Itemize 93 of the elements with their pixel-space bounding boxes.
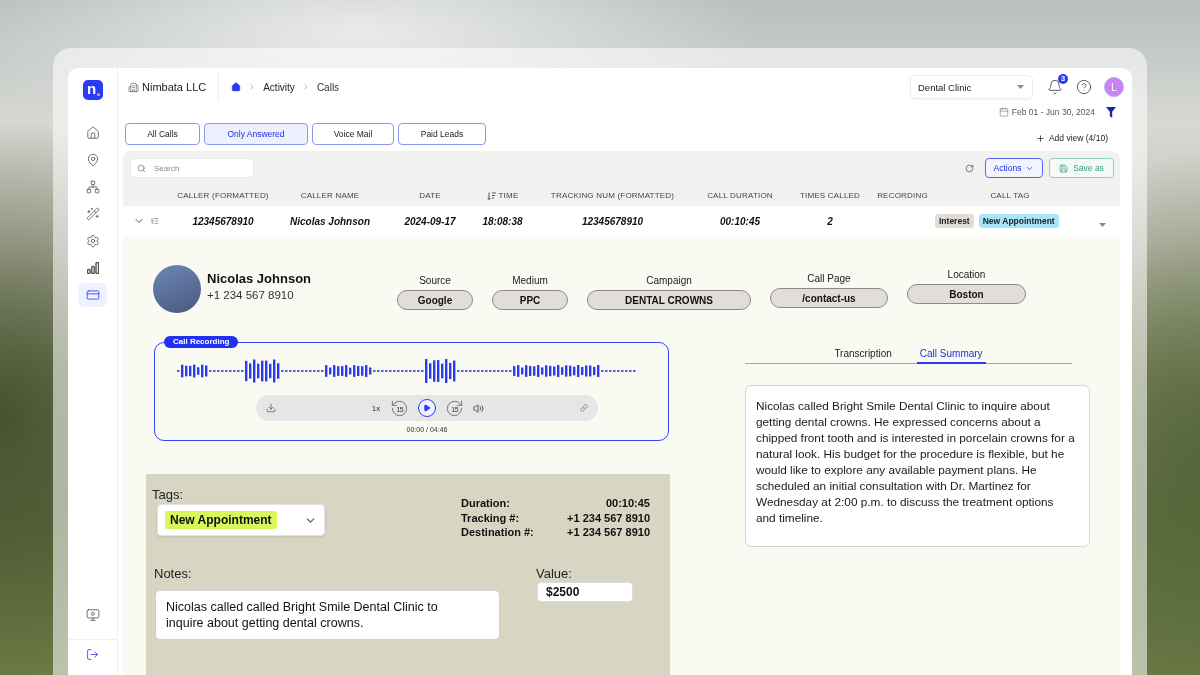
add-view-button[interactable]: Add view (4/10) (1035, 131, 1108, 145)
sort-icon (486, 191, 496, 200)
list-tree-icon (151, 217, 159, 225)
contact-phone: +1 234 567 8910 (207, 289, 295, 301)
filter-icon[interactable] (1106, 106, 1116, 118)
play-button[interactable] (418, 399, 437, 417)
column-header[interactable]: CALLER (FORMATTED) (176, 191, 270, 200)
attribute-value: Google (397, 290, 473, 310)
column-header[interactable]: DATE (390, 191, 470, 200)
table-cell-text: 12345678910 (191, 215, 255, 227)
stat-value: +1 234 567 8910 (566, 510, 650, 525)
card-icon (85, 288, 100, 302)
workspace-name: Nimbata LLC (142, 81, 207, 93)
stat-label: Destination #: (461, 525, 534, 540)
caret-down-icon (1017, 85, 1024, 89)
view-tab[interactable]: Voice Mail (312, 123, 394, 145)
volume-icon[interactable] (473, 402, 485, 414)
refresh-icon[interactable] (965, 163, 974, 173)
summary-tab[interactable]: Call Summary (916, 344, 986, 364)
save-icon (1059, 163, 1069, 173)
attribute-value: DENTAL CROWNS (587, 290, 751, 310)
breadcrumb-link[interactable]: Calls (316, 81, 340, 93)
call-tag: New Appointment (978, 214, 1059, 228)
notes-field[interactable]: Nicolas called called Bright Smile Dental Clinic to inquire about getting dental crowns. (155, 589, 500, 640)
search-field[interactable]: Search (130, 158, 254, 178)
breadcrumb-link[interactable]: Activity (263, 81, 295, 93)
search-icon (137, 163, 146, 173)
value-field[interactable]: $2500 (537, 581, 633, 602)
location-pin-icon (85, 153, 100, 167)
column-header[interactable]: CALL TAG (935, 191, 1085, 200)
download-icon[interactable] (266, 403, 276, 413)
play-icon (423, 404, 432, 412)
stat-label: Duration: (461, 496, 511, 511)
view-tab[interactable]: All Calls (125, 123, 200, 145)
plus-icon (1035, 133, 1045, 143)
forward-icon (445, 398, 465, 418)
attribute-label: Medium (512, 275, 548, 286)
column-header[interactable]: RECORDING (870, 191, 935, 200)
column-header[interactable]: TIME (470, 191, 535, 200)
attribute-label: Campaign (646, 275, 692, 286)
settings-icon (85, 234, 100, 248)
call-summary-text: Nicolas called Bright Smile Dental Clinic to inquire about getting dental crowns. He expressed concerns about a chipped front tooth and is interested in porcelain crowns for a natural look. His budget for the procedure is flexible, but he would like to explore any available payment plans. He scheduled an initial consultation with Dr. Martinez for Wednesday at 2:00 p.m. to discuss the treatment options and timeline. (745, 385, 1090, 547)
value-label: Value: (536, 566, 573, 581)
stat-value: 00:10:45 (604, 496, 650, 511)
building-icon (128, 81, 139, 93)
account-select[interactable]: Dental Clinic (910, 75, 1033, 99)
view-tab[interactable]: Only Answered (204, 123, 308, 145)
calendar-icon (998, 107, 1009, 117)
hierarchy-icon (85, 180, 100, 194)
bell-icon[interactable] (1047, 79, 1063, 95)
magic-wand-icon (85, 207, 100, 221)
tag-select[interactable]: New Appointment (157, 504, 325, 536)
playback-speed[interactable]: 1x (371, 403, 381, 413)
actions-button[interactable]: Actions (985, 158, 1043, 178)
attribute-label: Location (947, 269, 986, 280)
column-header[interactable]: CALL DURATION (690, 191, 790, 200)
contact-name: Nicolas Johnson (207, 271, 312, 286)
help-icon[interactable] (1076, 79, 1092, 95)
column-header[interactable]: TIMES CALLED (790, 191, 870, 200)
attribute-value: PPC (492, 290, 568, 310)
table-cell-text: Nicolas Johnson (289, 215, 371, 227)
tags-label: Tags: (152, 488, 185, 502)
rewind-icon (390, 398, 410, 418)
column-header[interactable]: CALLER NAME (270, 191, 390, 200)
call-tag: Interest (935, 214, 974, 228)
stat-value: +1 234 567 8910 (566, 525, 650, 540)
table-cell-text: 2 (826, 215, 834, 227)
home-icon (85, 126, 100, 140)
view-tab[interactable]: Paid Leads (398, 123, 486, 145)
attribute-value: Boston (907, 284, 1026, 304)
bar-chart-icon (86, 262, 99, 274)
monitor-play-icon (85, 608, 100, 622)
attribute-label: Source (419, 275, 451, 286)
link-icon[interactable] (580, 404, 588, 412)
logout-icon (86, 647, 99, 661)
notes-label: Notes: (154, 566, 193, 581)
stat-label: Tracking #: (461, 510, 521, 525)
recording-title: Call Recording (164, 336, 239, 348)
home-icon[interactable] (231, 82, 242, 92)
avatar-placeholder (153, 265, 201, 313)
table-row[interactable]: 12345678910 Nicolas Johnson 2024-09-17 18:08:38 12345678910 00:10:45 2 Interest New Appointment (123, 206, 1120, 236)
attribute-value: /contact-us (770, 288, 888, 308)
app-logo[interactable]: n (82, 80, 103, 100)
table-cell-text: 12345678910 (580, 215, 645, 227)
summary-tab[interactable]: Transcription (831, 344, 895, 364)
caret-down-icon[interactable] (1099, 223, 1106, 227)
column-header[interactable]: TRACKING NUM (FORMATTED) (535, 191, 690, 200)
date-range[interactable]: Feb 01 - Jun 30, 2024 (1011, 107, 1095, 117)
selected-tag: New Appointment (165, 511, 277, 529)
table-cell-text: 18:08:38 (481, 215, 524, 227)
table-cell-text: 2024-09-17 (403, 215, 457, 227)
table-cell-text: 00:10:45 (719, 215, 761, 227)
attribute-label: Call Page (807, 273, 851, 284)
